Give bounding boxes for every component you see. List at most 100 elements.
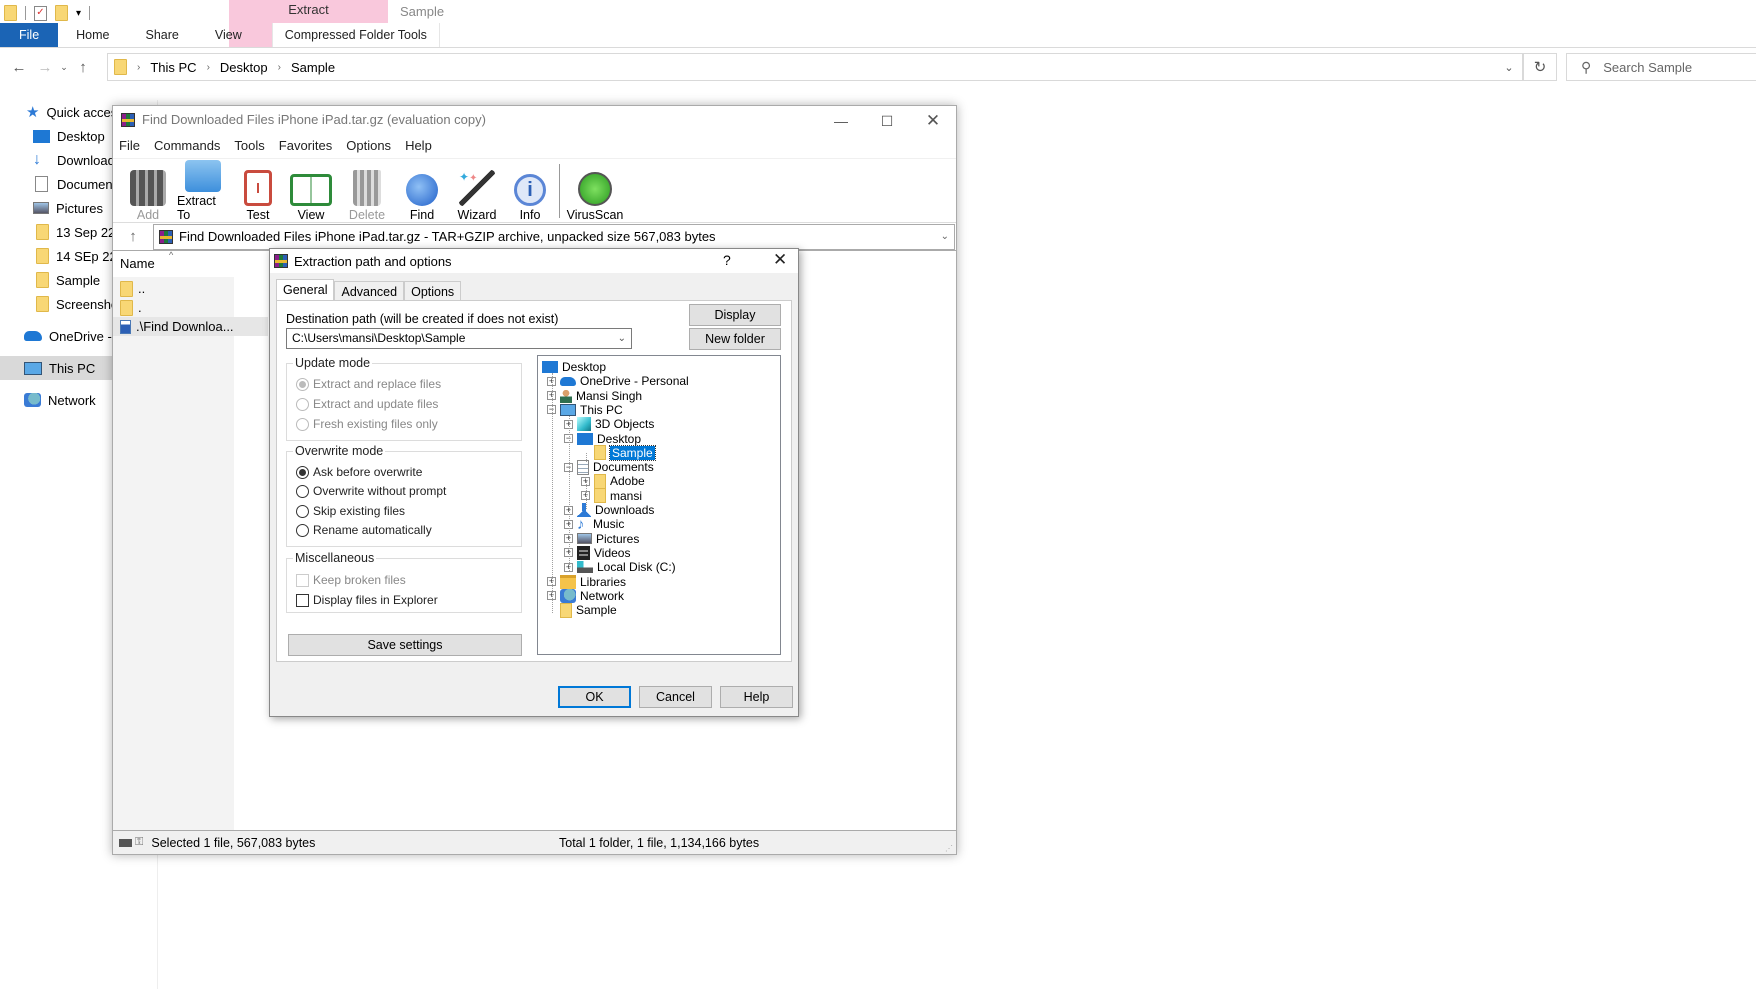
menu-file[interactable]: File xyxy=(119,138,140,153)
recent-locations-icon[interactable]: ⌄ xyxy=(56,62,72,73)
checkbox-keep-broken-files[interactable]: Keep broken files xyxy=(296,573,406,587)
file-row[interactable]: . xyxy=(113,298,268,317)
help-button[interactable]: Help xyxy=(720,686,793,708)
archive-path-dropdown[interactable]: Find Downloaded Files iPhone iPad.tar.gz… xyxy=(153,223,955,250)
minimize-icon[interactable]: — xyxy=(818,106,864,136)
folder-icon xyxy=(560,602,572,618)
radio-button[interactable] xyxy=(296,397,309,411)
refresh-icon[interactable]: ↻ xyxy=(1523,53,1557,81)
new-folder-icon[interactable] xyxy=(55,5,68,21)
tab-view[interactable]: View xyxy=(197,23,260,48)
save-settings-button[interactable]: Save settings xyxy=(288,634,522,656)
cloud-icon xyxy=(560,376,576,386)
search-input[interactable]: ⚲ Search Sample xyxy=(1566,53,1756,81)
file-row[interactable]: .. xyxy=(113,279,268,298)
back-arrow-icon[interactable]: ← xyxy=(8,59,30,76)
column-header-name[interactable]: Name ^ xyxy=(113,250,234,277)
wizard-button[interactable]: ✦✦ Wizard xyxy=(449,160,505,222)
radio-button[interactable] xyxy=(296,417,309,431)
virusscan-button[interactable]: VirusScan xyxy=(564,160,626,222)
chevron-right-icon[interactable]: › xyxy=(278,62,281,73)
delete-button[interactable]: Delete xyxy=(339,160,395,222)
breadcrumb-sample[interactable]: Sample xyxy=(291,60,335,75)
chevron-right-icon[interactable]: › xyxy=(207,62,210,73)
network-icon xyxy=(560,588,576,603)
tab-options[interactable]: Options xyxy=(404,281,462,301)
download-icon xyxy=(577,503,591,517)
up-arrow-icon[interactable]: ↑ xyxy=(113,228,153,245)
checkbox[interactable] xyxy=(296,593,309,607)
menu-tools[interactable]: Tools xyxy=(234,138,264,153)
find-button[interactable]: Find xyxy=(395,160,449,222)
music-icon: ♪ xyxy=(577,515,585,533)
radio-button[interactable] xyxy=(296,504,309,518)
tab-general[interactable]: General xyxy=(276,279,335,301)
menu-favorites[interactable]: Favorites xyxy=(279,138,332,153)
option-label: Overwrite without prompt xyxy=(313,484,447,498)
radio-fresh-existing[interactable]: Fresh existing files only xyxy=(296,417,438,431)
up-arrow-icon[interactable]: ↑ xyxy=(72,59,94,76)
folder-icon xyxy=(120,299,133,316)
toolbar-label: Add xyxy=(136,208,160,222)
breadcrumb-this-pc[interactable]: This PC xyxy=(150,60,196,75)
tree-node[interactable]: Sample xyxy=(547,602,617,618)
radio-extract-update[interactable]: Extract and update files xyxy=(296,397,438,411)
radio-button[interactable] xyxy=(296,465,309,479)
folder-icon xyxy=(120,280,133,297)
resize-grip-icon[interactable]: ⋰ xyxy=(945,844,953,853)
forward-arrow-icon[interactable]: → xyxy=(34,59,56,76)
view-button[interactable]: View xyxy=(283,160,339,222)
extract-to-button[interactable]: Extract To xyxy=(173,160,233,222)
close-icon[interactable]: ✕ xyxy=(910,106,956,136)
chevron-down-icon[interactable]: ⌄ xyxy=(1495,53,1523,81)
help-icon[interactable]: ? xyxy=(723,252,731,268)
nav-label: 14 SEp 22 xyxy=(56,248,117,264)
tab-compressed-folder-tools[interactable]: Compressed Folder Tools xyxy=(271,23,440,48)
tab-file[interactable]: File xyxy=(0,23,59,48)
properties-icon[interactable]: ✓ xyxy=(34,5,47,21)
radio-overwrite-without-prompt[interactable]: Overwrite without prompt xyxy=(296,484,446,498)
checkbox-display-in-explorer[interactable]: Display files in Explorer xyxy=(296,593,438,607)
destination-path-combobox[interactable]: C:\Users\mansi\Desktop\Sample ⌄ xyxy=(286,328,632,349)
chevron-down-icon[interactable]: ⌄ xyxy=(941,231,949,242)
test-button[interactable]: Test xyxy=(233,160,283,222)
cloud-icon xyxy=(24,331,42,341)
tab-home[interactable]: Home xyxy=(58,23,127,48)
add-button[interactable]: Add xyxy=(123,160,173,222)
tree-node-label: This PC xyxy=(580,402,623,417)
radio-button[interactable] xyxy=(296,523,309,537)
menu-help[interactable]: Help xyxy=(405,138,432,153)
toolbar-label: Wizard xyxy=(457,208,497,222)
cancel-button[interactable]: Cancel xyxy=(639,686,712,708)
customize-qat-icon[interactable]: ▾ xyxy=(76,8,81,19)
menu-options[interactable]: Options xyxy=(346,138,391,153)
checkbox[interactable] xyxy=(296,573,309,587)
radio-button[interactable] xyxy=(296,377,309,391)
ok-button[interactable]: OK xyxy=(558,686,631,708)
folder-icon[interactable] xyxy=(4,5,17,21)
address-bar[interactable]: › This PC › Desktop › Sample xyxy=(107,53,1523,81)
radio-ask-before-overwrite[interactable]: Ask before overwrite xyxy=(296,465,422,479)
menu-commands[interactable]: Commands xyxy=(154,138,220,153)
folder-tree[interactable]: Desktop + OneDrive - Personal + Mansi Singh −… xyxy=(537,355,781,655)
radio-button[interactable] xyxy=(296,484,309,498)
breadcrumb-desktop[interactable]: Desktop xyxy=(220,60,268,75)
file-row[interactable]: .\Find Downloa... xyxy=(113,317,268,336)
radio-rename-automatically[interactable]: Rename automatically xyxy=(296,523,432,537)
option-label: Fresh existing files only xyxy=(313,417,438,431)
toolbar-label: VirusScan xyxy=(566,208,624,222)
maximize-icon[interactable]: ☐ xyxy=(864,106,910,136)
chevron-down-icon[interactable]: ⌄ xyxy=(618,329,626,348)
radio-skip-existing[interactable]: Skip existing files xyxy=(296,504,405,518)
radio-extract-replace[interactable]: Extract and replace files xyxy=(296,377,441,391)
new-folder-button[interactable]: New folder xyxy=(689,328,781,350)
close-icon[interactable]: ✕ xyxy=(773,250,787,270)
chevron-right-icon[interactable]: › xyxy=(137,62,140,73)
info-button[interactable]: i Info xyxy=(505,160,555,222)
display-button[interactable]: Display xyxy=(689,304,781,326)
tree-node-label: mansi xyxy=(610,488,643,503)
tab-advanced[interactable]: Advanced xyxy=(334,281,405,301)
archive-path-text: Find Downloaded Files iPhone iPad.tar.gz… xyxy=(179,229,716,244)
toolbar-label: View xyxy=(297,208,325,222)
tab-share[interactable]: Share xyxy=(128,23,197,48)
